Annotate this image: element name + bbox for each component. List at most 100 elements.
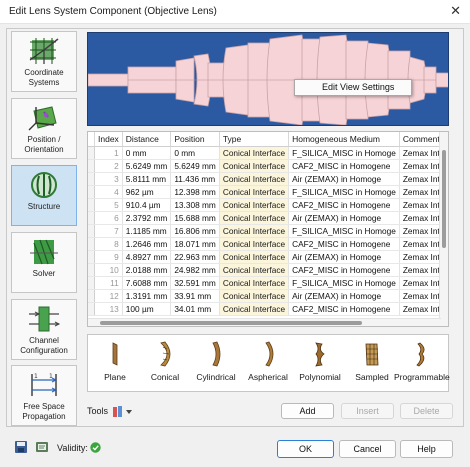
row-distance-cell[interactable]: 1.3191 mm bbox=[122, 289, 172, 303]
table-row[interactable]: 2 5.6249 mm 5.6249 mm Conical Interface CAF2… bbox=[88, 159, 448, 173]
sidebar-item-solver[interactable]: Solver bbox=[11, 232, 77, 293]
row-distance-cell[interactable]: 4.8927 mm bbox=[122, 250, 172, 264]
sidebar-item-structure[interactable]: Structure bbox=[11, 165, 77, 226]
cancel-button[interactable]: Cancel bbox=[339, 440, 396, 458]
table-row[interactable]: 11 7.6088 mm 32.591 mm Conical Interface F_S… bbox=[88, 276, 448, 290]
table-horizontal-scrollbar[interactable] bbox=[88, 318, 441, 326]
row-medium-cell[interactable]: F_SILICA_MISC in Homoge bbox=[288, 185, 400, 199]
table-row[interactable]: 5 910.4 µm 13.308 mm Conical Interface CAF2_… bbox=[88, 198, 448, 212]
save-icon[interactable] bbox=[14, 440, 28, 454]
open-catalog-icon[interactable] bbox=[35, 440, 49, 454]
delete-button[interactable]: Delete bbox=[400, 403, 453, 419]
row-type-cell[interactable]: Conical Interface bbox=[219, 172, 290, 186]
sidebar-item-position-orientation[interactable]: Position / Orientation bbox=[11, 98, 77, 159]
row-medium-cell[interactable]: F_SILICA_MISC in Homoge bbox=[288, 146, 400, 160]
table-vertical-scrollbar[interactable] bbox=[439, 132, 448, 326]
row-position-cell[interactable]: 32.591 mm bbox=[170, 276, 220, 290]
row-position-cell[interactable]: 11.436 mm bbox=[170, 172, 220, 186]
row-type-cell[interactable]: Conical Interface bbox=[219, 159, 290, 173]
close-icon[interactable]: ✕ bbox=[450, 3, 461, 19]
row-distance-cell[interactable]: 910.4 µm bbox=[122, 198, 172, 212]
palette-item-conical[interactable]: Conical bbox=[138, 339, 192, 389]
row-type-cell[interactable]: Conical Interface bbox=[219, 289, 290, 303]
row-index-cell[interactable]: 4 bbox=[94, 185, 123, 199]
row-medium-cell[interactable]: Air (ZEMAX) in Homoge bbox=[288, 289, 400, 303]
row-position-cell[interactable]: 33.91 mm bbox=[170, 289, 220, 303]
row-type-cell[interactable]: Conical Interface bbox=[219, 302, 290, 316]
table-row[interactable]: 10 mm 0 mm Conical Interface F_SILICA_MISC … bbox=[88, 146, 448, 160]
row-distance-cell[interactable]: 2.3792 mm bbox=[122, 211, 172, 225]
row-index-cell[interactable]: 12 bbox=[94, 289, 123, 303]
palette-item-cylindrical[interactable]: Cylindrical bbox=[189, 339, 243, 389]
row-position-cell[interactable]: 18.071 mm bbox=[170, 237, 220, 251]
row-position-cell[interactable]: 34.01 mm bbox=[170, 302, 220, 316]
row-medium-cell[interactable]: Air (ZEMAX) in Homoge bbox=[288, 250, 400, 264]
row-index-cell[interactable]: 10 bbox=[94, 263, 123, 277]
row-type-cell[interactable]: Conical Interface bbox=[219, 224, 290, 238]
row-index-cell[interactable]: 11 bbox=[94, 276, 123, 290]
row-type-cell[interactable]: Conical Interface bbox=[219, 276, 290, 290]
column-header-medium[interactable]: Homogeneous Medium bbox=[288, 132, 400, 147]
row-type-cell[interactable]: Conical Interface bbox=[219, 250, 290, 264]
row-medium-cell[interactable]: CAF2_MISC in Homogene bbox=[288, 263, 400, 277]
row-position-cell[interactable]: 15.688 mm bbox=[170, 211, 220, 225]
ok-button[interactable]: OK bbox=[277, 440, 334, 458]
add-button[interactable]: Add bbox=[281, 403, 334, 419]
row-medium-cell[interactable]: F_SILICA_MISC in Homoge bbox=[288, 224, 400, 238]
column-header-position[interactable]: Position bbox=[170, 132, 220, 147]
palette-item-aspherical[interactable]: Aspherical bbox=[241, 339, 295, 389]
row-medium-cell[interactable]: CAF2_MISC in Homogene bbox=[288, 302, 400, 316]
row-distance-cell[interactable]: 2.0188 mm bbox=[122, 263, 172, 277]
table-row[interactable]: 4 962 µm 12.398 mm Conical Interface F_SILIC… bbox=[88, 185, 448, 199]
table-row[interactable]: 7 1.1185 mm 16.806 mm Conical Interface F_SI… bbox=[88, 224, 448, 238]
table-row[interactable]: 6 2.3792 mm 15.688 mm Conical Interface Air … bbox=[88, 211, 448, 225]
row-distance-cell[interactable]: 962 µm bbox=[122, 185, 172, 199]
row-type-cell[interactable]: Conical Interface bbox=[219, 263, 290, 277]
row-distance-cell[interactable]: 100 µm bbox=[122, 302, 172, 316]
insert-button[interactable]: Insert bbox=[341, 403, 394, 419]
tools-menu[interactable]: Tools bbox=[87, 403, 133, 419]
sidebar-item-channel-configuration[interactable]: Channel Configuration bbox=[11, 299, 77, 360]
table-row[interactable]: 12 1.3191 mm 33.91 mm Conical Interface Air … bbox=[88, 289, 448, 303]
column-header-distance[interactable]: Distance bbox=[122, 132, 172, 147]
row-position-cell[interactable]: 16.806 mm bbox=[170, 224, 220, 238]
palette-item-sampled[interactable]: Sampled bbox=[345, 339, 399, 389]
row-index-cell[interactable]: 1 bbox=[94, 146, 123, 160]
scrollbar-thumb[interactable] bbox=[100, 321, 362, 325]
row-distance-cell[interactable]: 7.6088 mm bbox=[122, 276, 172, 290]
row-index-cell[interactable]: 13 bbox=[94, 302, 123, 316]
table-row[interactable]: 9 4.8927 mm 22.963 mm Conical Interface Air … bbox=[88, 250, 448, 264]
row-type-cell[interactable]: Conical Interface bbox=[219, 146, 290, 160]
row-position-cell[interactable]: 24.982 mm bbox=[170, 263, 220, 277]
sidebar-item-coordinate-systems[interactable]: Coordinate Systems bbox=[11, 31, 77, 92]
row-index-cell[interactable]: 6 bbox=[94, 211, 123, 225]
row-index-cell[interactable]: 7 bbox=[94, 224, 123, 238]
table-row[interactable]: 3 5.8111 mm 11.436 mm Conical Interface Air … bbox=[88, 172, 448, 186]
table-row[interactable]: 13 100 µm 34.01 mm Conical Interface CAF2_MI… bbox=[88, 302, 448, 316]
row-index-cell[interactable]: 3 bbox=[94, 172, 123, 186]
row-index-cell[interactable]: 2 bbox=[94, 159, 123, 173]
palette-item-programmable[interactable]: Programmable bbox=[394, 339, 450, 389]
row-type-cell[interactable]: Conical Interface bbox=[219, 237, 290, 251]
column-header-type[interactable]: Type bbox=[219, 132, 290, 147]
row-medium-cell[interactable]: CAF2_MISC in Homogene bbox=[288, 237, 400, 251]
row-distance-cell[interactable]: 1.2646 mm bbox=[122, 237, 172, 251]
row-type-cell[interactable]: Conical Interface bbox=[219, 211, 290, 225]
help-button[interactable]: Help bbox=[400, 440, 453, 458]
palette-item-polynomial[interactable]: Polynomial bbox=[293, 339, 347, 389]
row-position-cell[interactable]: 0 mm bbox=[170, 146, 220, 160]
row-medium-cell[interactable]: CAF2_MISC in Homogene bbox=[288, 198, 400, 212]
table-row[interactable]: 10 2.0188 mm 24.982 mm Conical Interface CAF… bbox=[88, 263, 448, 277]
table-row[interactable]: 8 1.2646 mm 18.071 mm Conical Interface CAF2… bbox=[88, 237, 448, 251]
row-position-cell[interactable]: 5.6249 mm bbox=[170, 159, 220, 173]
row-index-cell[interactable]: 9 bbox=[94, 250, 123, 264]
row-distance-cell[interactable]: 5.6249 mm bbox=[122, 159, 172, 173]
row-medium-cell[interactable]: F_SILICA_MISC in Homoge bbox=[288, 276, 400, 290]
row-type-cell[interactable]: Conical Interface bbox=[219, 185, 290, 199]
context-menu-edit-view-settings[interactable]: Edit View Settings bbox=[294, 79, 412, 96]
row-distance-cell[interactable]: 0 mm bbox=[122, 146, 172, 160]
row-index-cell[interactable]: 5 bbox=[94, 198, 123, 212]
row-index-cell[interactable]: 8 bbox=[94, 237, 123, 251]
row-distance-cell[interactable]: 1.1185 mm bbox=[122, 224, 172, 238]
row-position-cell[interactable]: 13.308 mm bbox=[170, 198, 220, 212]
